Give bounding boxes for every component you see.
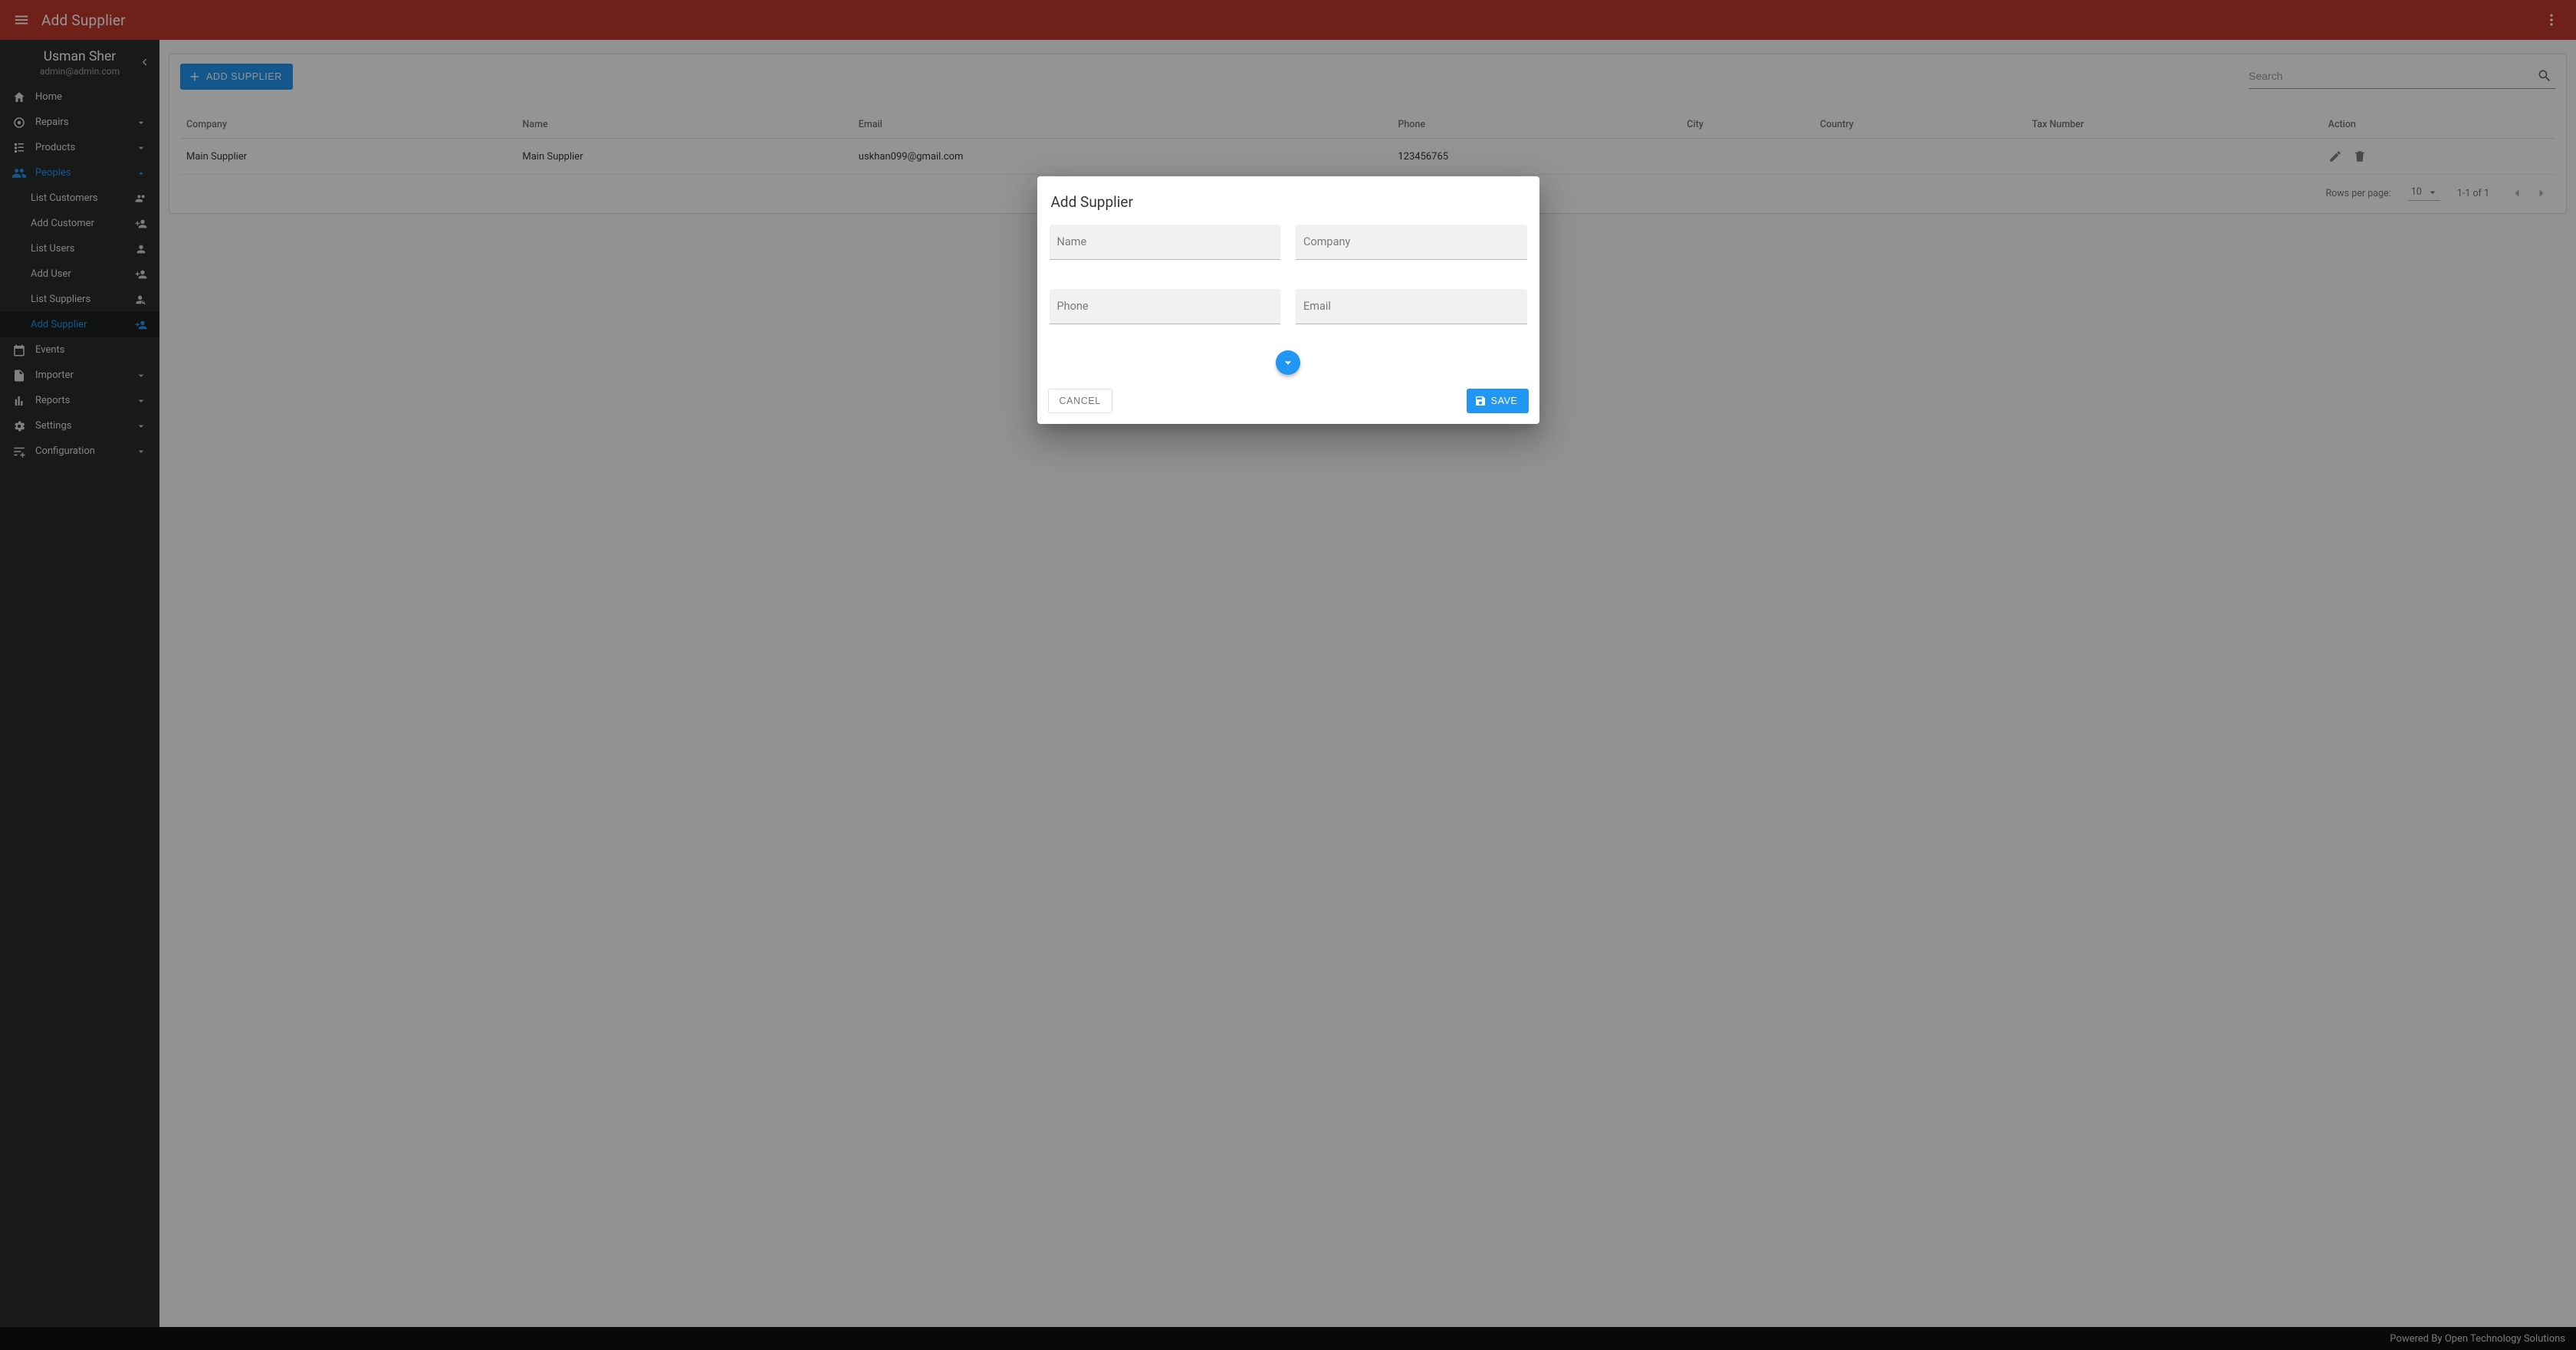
cancel-label: Cancel (1060, 396, 1101, 406)
chevron-down-icon (1280, 355, 1296, 370)
email-field[interactable]: Email (1296, 289, 1527, 324)
modal-overlay[interactable]: Add Supplier Name Company Phone Email (0, 0, 2576, 1350)
add-supplier-dialog: Add Supplier Name Company Phone Email (1037, 176, 1539, 424)
dialog-title: Add Supplier (1048, 190, 1529, 225)
expand-more-button[interactable] (1276, 350, 1300, 375)
save-icon (1474, 395, 1487, 407)
company-field[interactable]: Company (1296, 225, 1527, 260)
save-label: Save (1491, 396, 1518, 406)
phone-field[interactable]: Phone (1050, 289, 1281, 324)
save-button[interactable]: Save (1467, 389, 1529, 413)
cancel-button[interactable]: Cancel (1048, 389, 1112, 413)
name-field[interactable]: Name (1050, 225, 1281, 260)
